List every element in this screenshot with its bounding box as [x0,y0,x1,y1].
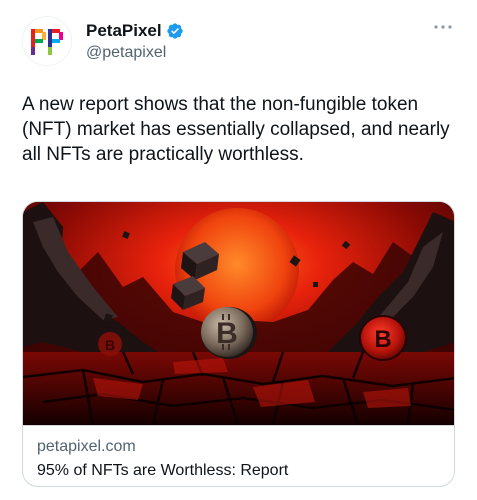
nft-collapse-illustration: B B B [23,202,454,425]
svg-text:B: B [216,317,238,350]
svg-text:B: B [105,337,115,353]
avatar[interactable] [22,16,72,66]
verified-badge-icon [166,22,184,40]
svg-text:B: B [374,326,391,353]
tweet[interactable]: PetaPixel @petapixel A new report shows … [0,0,477,500]
card-footer: petapixel.com 95% of NFTs are Worthless:… [23,425,454,486]
author-info: PetaPixel @petapixel [86,20,184,62]
petapixel-logo [31,29,63,55]
display-name[interactable]: PetaPixel [86,21,162,41]
tweet-text: A new report shows that the non-fungible… [22,94,450,165]
more-options-icon[interactable] [431,18,455,36]
name-row: PetaPixel [86,20,184,42]
link-card[interactable]: B B B petapixel.com 95% of NFTs are Wort… [22,201,455,487]
card-domain: petapixel.com [37,438,136,455]
user-handle[interactable]: @petapixel [86,44,184,62]
card-image: B B B [23,202,454,425]
card-title: 95% of NFTs are Worthless: Report [37,462,289,479]
